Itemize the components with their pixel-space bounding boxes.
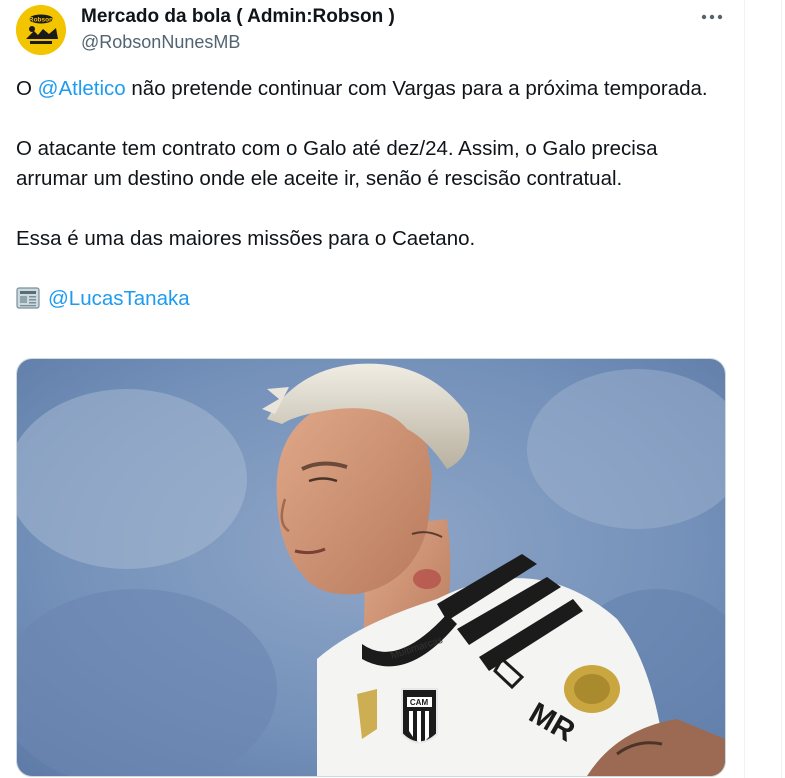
avatar-logo-icon: Robson [16, 5, 66, 55]
paragraph-1-suffix: não pretende continuar com Vargas para a… [125, 77, 708, 100]
tweet-paragraph-3: Essa é uma das maiores missões para o Ca… [16, 227, 476, 250]
player-photo: CAM Multimarcas MR [17, 359, 725, 776]
tweet-paragraph-2: O atacante tem contrato com o Galo até d… [16, 137, 658, 190]
user-handle[interactable]: @RobsonNunesMB [81, 32, 240, 53]
crest-text: CAM [410, 698, 429, 707]
paragraph-1-prefix: O [16, 77, 38, 100]
tweet-paragraph-1: O @Atletico não pretende continuar com V… [16, 74, 716, 104]
more-options-button[interactable] [699, 4, 725, 30]
column-divider [744, 0, 745, 778]
avatar[interactable]: Robson [16, 5, 66, 55]
tweet-source-line: @LucasTanaka [16, 284, 716, 314]
avatar-text: Robson [29, 17, 53, 24]
sidebar-edge [781, 0, 782, 778]
tweet-card: Robson Mercado da bola ( Admin:Robson ) … [0, 0, 744, 778]
display-name[interactable]: Mercado da bola ( Admin:Robson ) [81, 6, 395, 28]
newspaper-icon [16, 286, 42, 310]
tweet-media-photo[interactable]: CAM Multimarcas MR [16, 358, 726, 777]
more-dots-icon [701, 14, 723, 20]
tweet-text: O @Atletico não pretende continuar com V… [16, 74, 716, 314]
mention-lucastanaka-link[interactable]: @LucasTanaka [48, 287, 190, 310]
mention-atletico-link[interactable]: @Atletico [38, 77, 126, 100]
